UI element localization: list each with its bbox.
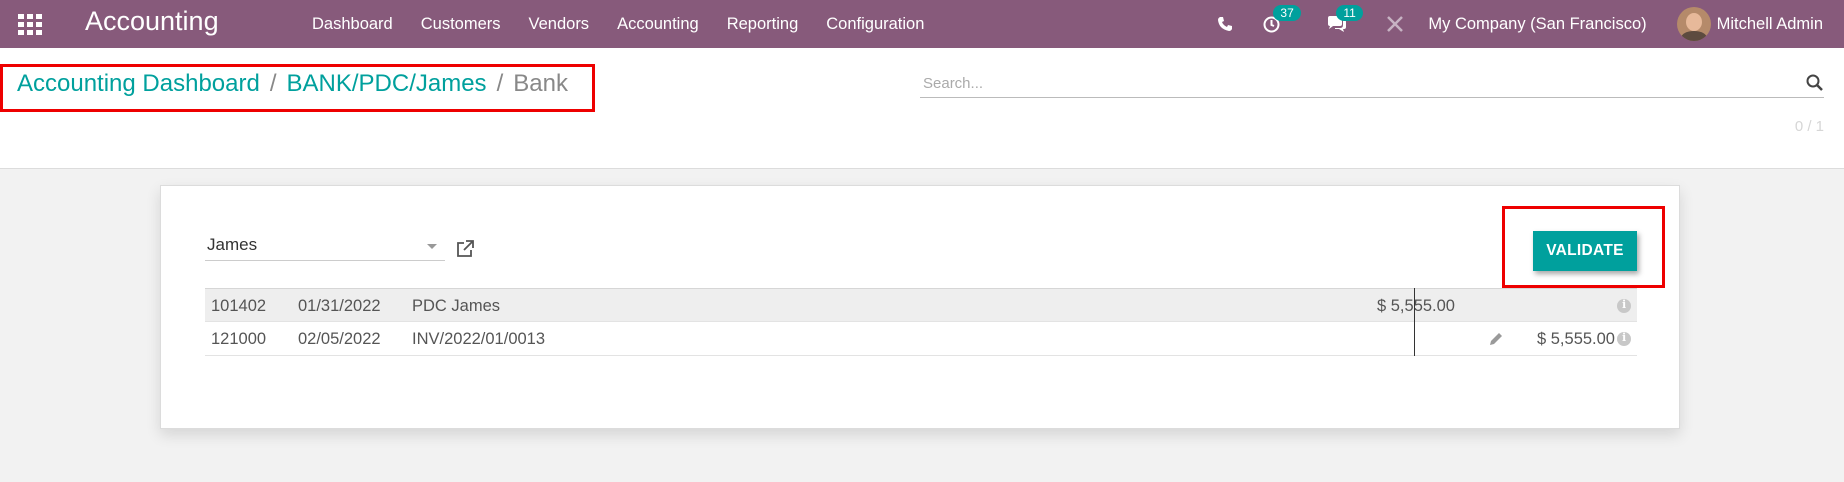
pencil-icon[interactable] <box>1488 331 1504 347</box>
info-icon[interactable] <box>1617 331 1631 346</box>
partner-value: James <box>207 235 258 254</box>
menu-dashboard[interactable]: Dashboard <box>298 15 407 34</box>
breadcrumb-highlight-box <box>0 64 595 112</box>
info-icon[interactable] <box>1617 298 1631 313</box>
avatar <box>1676 7 1711 41</box>
activity-count-badge: 37 <box>1273 4 1301 21</box>
menu-reporting[interactable]: Reporting <box>713 15 813 34</box>
line-label: INV/2022/01/0013 <box>412 330 546 348</box>
messages-icon[interactable]: 11 <box>1326 4 1363 33</box>
reconcile-lines: 101402 01/31/2022 PDC James $ 5,555.00 1… <box>205 288 1637 356</box>
line-date: 02/05/2022 <box>298 330 381 348</box>
line-account: 101402 <box>211 297 267 315</box>
systray: 37 11 My Company (San Francisco) Mitchel… <box>1217 0 1844 48</box>
table-row[interactable]: 101402 01/31/2022 PDC James $ 5,555.00 <box>205 288 1637 322</box>
partner-select[interactable]: James <box>205 233 445 261</box>
pager[interactable]: 0 / 1 <box>1795 118 1824 135</box>
search-icon[interactable] <box>1806 74 1824 92</box>
company-switcher[interactable]: My Company (San Francisco) <box>1428 15 1646 34</box>
main-menu: Dashboard Customers Vendors Accounting R… <box>298 0 938 48</box>
menu-customers[interactable]: Customers <box>407 15 515 34</box>
menu-configuration[interactable]: Configuration <box>812 15 938 34</box>
phone-icon[interactable] <box>1217 16 1233 32</box>
line-debit: $ 5,555.00 <box>1377 297 1455 315</box>
user-name: Mitchell Admin <box>1716 14 1823 33</box>
control-panel: Accounting Dashboard / BANK/PDC/James / … <box>0 48 1844 169</box>
top-navbar: Accounting Dashboard Customers Vendors A… <box>0 0 1844 48</box>
menu-accounting[interactable]: Accounting <box>603 15 713 34</box>
apps-menu-icon[interactable] <box>18 14 42 35</box>
app-title[interactable]: Accounting <box>85 6 219 37</box>
activity-clock-icon[interactable]: 37 <box>1263 4 1301 33</box>
debit-credit-divider <box>1414 288 1415 356</box>
reconciliation-sheet: James VALIDATE 101402 01/31/2022 PDC Jam… <box>160 185 1680 429</box>
user-menu[interactable]: Mitchell Admin <box>1676 7 1823 41</box>
validate-highlight-box <box>1502 206 1665 288</box>
line-date: 01/31/2022 <box>298 297 381 315</box>
messages-count-badge: 11 <box>1336 4 1363 21</box>
line-label: PDC James <box>412 297 501 315</box>
chevron-down-icon <box>427 244 437 249</box>
external-link-icon[interactable] <box>455 239 475 259</box>
search-bar <box>920 70 1824 98</box>
table-row[interactable]: 121000 02/05/2022 INV/2022/01/0013 $ 5,5… <box>205 322 1637 356</box>
menu-vendors[interactable]: Vendors <box>515 15 604 34</box>
line-account: 121000 <box>211 330 267 348</box>
debug-tools-icon[interactable] <box>1386 15 1404 33</box>
line-credit: $ 5,555.00 <box>1537 330 1615 348</box>
search-input[interactable] <box>920 70 1780 96</box>
